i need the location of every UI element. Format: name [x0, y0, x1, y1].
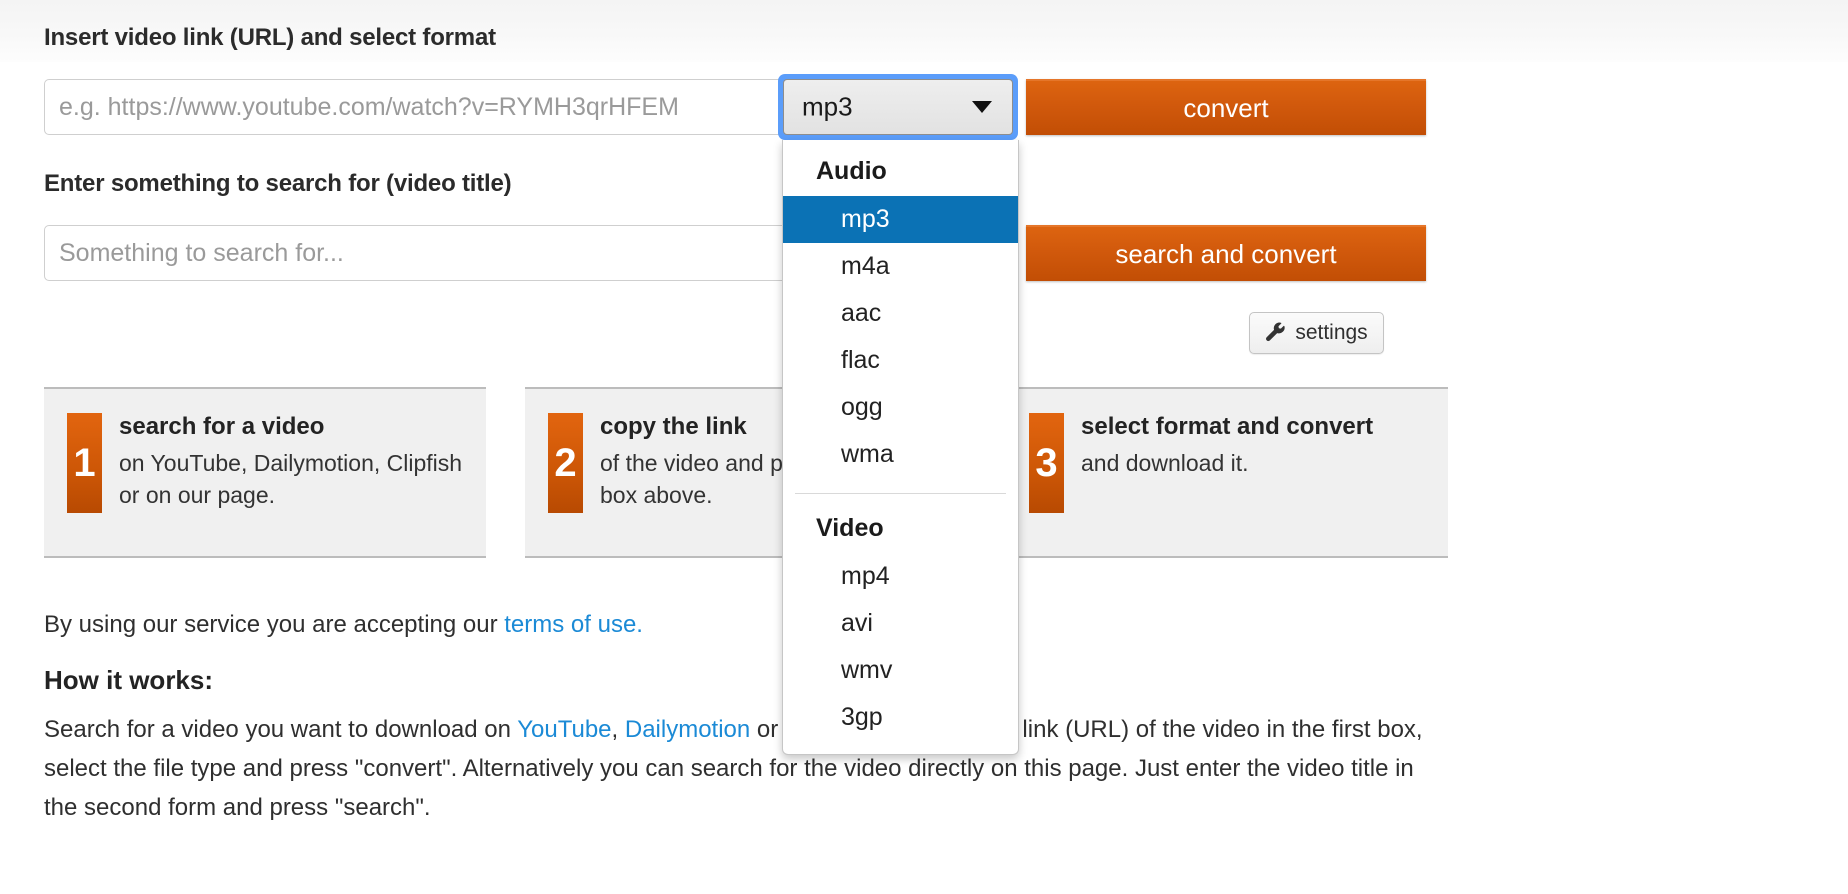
terms-prefix-text: By using our service you are accepting o… — [44, 611, 505, 638]
how-it-works-title: How it works: — [44, 665, 214, 695]
dropdown-group-label-video: Video — [816, 514, 884, 542]
dropdown-option-3gp[interactable]: 3gp — [783, 694, 1018, 741]
dropdown-option-flac[interactable]: flac — [783, 337, 1018, 384]
step-box-1: 1 search for a video on YouTube, Dailymo… — [44, 387, 486, 558]
dropdown-option-m4a[interactable]: m4a — [783, 243, 1018, 290]
hiw-part2-text: or — [750, 716, 785, 743]
hiw-sep1-text: , — [611, 716, 625, 743]
dropdown-option-wma[interactable]: wma — [783, 431, 1018, 478]
wrench-icon — [1265, 322, 1287, 344]
dropdown-group-label-audio: Audio — [816, 157, 887, 185]
url-field-label: Insert video link (URL) and select forma… — [44, 24, 496, 51]
chevron-down-icon — [972, 101, 992, 113]
steps-row: 1 search for a video on YouTube, Dailymo… — [44, 387, 1448, 558]
dropdown-option-mp3[interactable]: mp3 — [783, 196, 1018, 243]
dropdown-option-avi[interactable]: avi — [783, 600, 1018, 647]
terms-of-use-link[interactable]: terms of use. — [504, 611, 643, 638]
dropdown-option-wmv[interactable]: wmv — [783, 647, 1018, 694]
video-url-input[interactable] — [44, 79, 784, 135]
format-dropdown-menu[interactable]: Audio mp3 m4a aac flac ogg wma Video mp4… — [782, 140, 1019, 755]
format-select-focus-ring: mp3 — [778, 74, 1018, 140]
step-title: select format and convert — [1081, 413, 1374, 440]
format-select-value: mp3 — [802, 91, 853, 122]
page-root: Insert video link (URL) and select forma… — [0, 0, 1848, 894]
how-it-works-paragraph: Search for a video you want to download … — [44, 711, 1448, 828]
dropdown-option-ogg[interactable]: ogg — [783, 384, 1018, 431]
search-and-convert-button[interactable]: search and convert — [1026, 225, 1426, 281]
settings-button[interactable]: settings — [1249, 312, 1384, 354]
step-box-3: 3 select format and convert and download… — [1006, 387, 1448, 558]
step-number-badge: 1 — [67, 413, 102, 513]
terms-paragraph: By using our service you are accepting o… — [44, 606, 1448, 645]
step-number-badge: 3 — [1029, 413, 1064, 513]
youtube-link[interactable]: YouTube — [517, 716, 611, 743]
dropdown-option-aac[interactable]: aac — [783, 290, 1018, 337]
step-description: on YouTube, Dailymotion, Clipfish or on … — [119, 449, 463, 508]
dropdown-separator — [795, 493, 1006, 494]
dailymotion-link[interactable]: Dailymotion — [625, 716, 750, 743]
search-field-label: Enter something to search for (video tit… — [44, 170, 512, 197]
convert-button[interactable]: convert — [1026, 79, 1426, 135]
step-number-badge: 2 — [548, 413, 583, 513]
step-text-block: search for a video on YouTube, Dailymoti… — [119, 411, 468, 511]
step-description: and download it. — [1081, 449, 1249, 476]
step-text-block: select format and convert and download i… — [1081, 411, 1373, 479]
dropdown-option-mp4[interactable]: mp4 — [783, 553, 1018, 600]
settings-button-label: settings — [1295, 321, 1368, 344]
format-select[interactable]: mp3 — [783, 79, 1013, 135]
hiw-part1-text: Search for a video you want to download … — [44, 716, 518, 743]
step-title: search for a video — [119, 413, 325, 440]
